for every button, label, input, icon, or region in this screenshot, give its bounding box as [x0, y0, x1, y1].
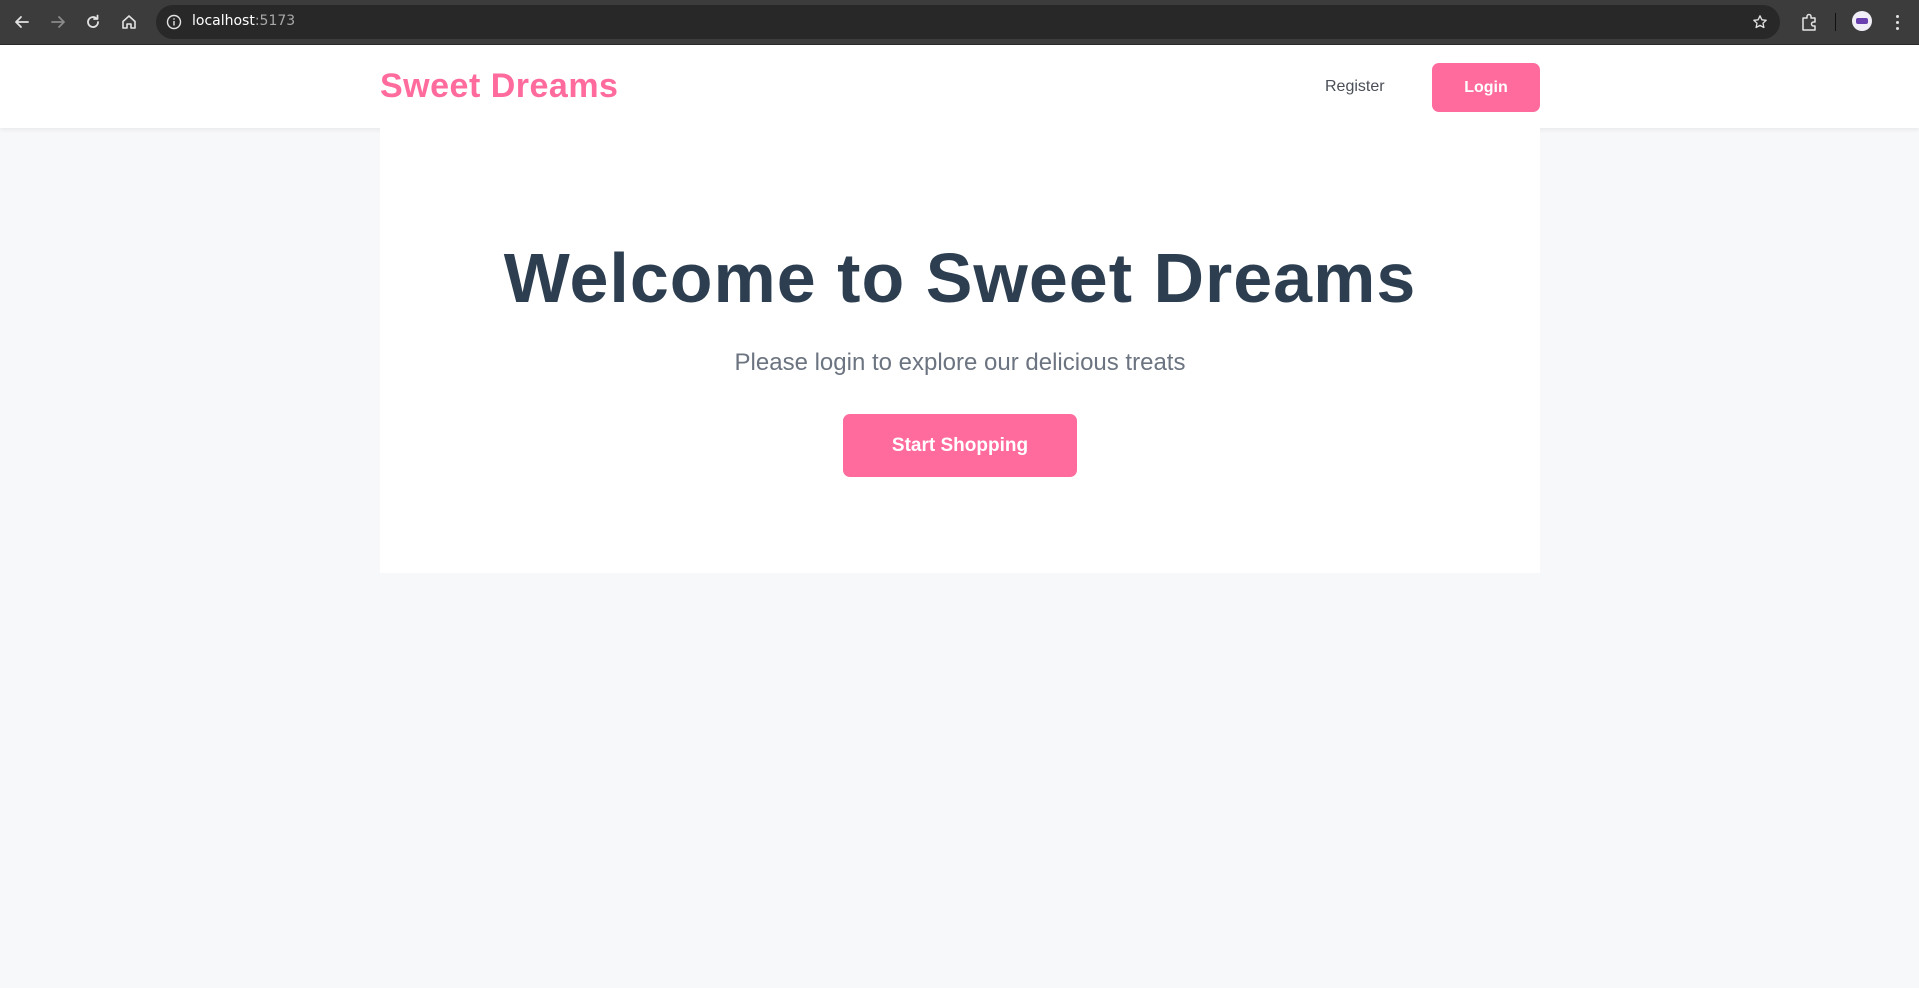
home-icon[interactable]: [118, 11, 140, 33]
start-shopping-button[interactable]: Start Shopping: [843, 414, 1077, 477]
url-text[interactable]: localhost:5173: [192, 13, 295, 29]
bookmark-star-icon[interactable]: [1752, 14, 1768, 30]
browser-toolbar: localhost:5173: [0, 0, 1919, 45]
hero-subtitle: Please login to explore our delicious tr…: [734, 349, 1186, 376]
forward-arrow-icon[interactable]: [47, 11, 69, 33]
register-link[interactable]: Register: [1325, 78, 1385, 96]
url-port: :5173: [254, 13, 296, 29]
reload-icon[interactable]: [82, 11, 104, 33]
back-arrow-icon[interactable]: [11, 11, 33, 33]
login-button[interactable]: Login: [1432, 63, 1540, 112]
site-logo[interactable]: Sweet Dreams: [380, 67, 618, 106]
address-bar[interactable]: localhost:5173: [156, 5, 1780, 39]
extensions-icon[interactable]: [1798, 11, 1820, 33]
hero-section: Welcome to Sweet Dreams Please login to …: [380, 128, 1540, 573]
site-header: Sweet Dreams Register Login: [0, 45, 1919, 128]
toolbar-divider: [1835, 13, 1836, 31]
url-host: localhost: [192, 13, 255, 29]
hero-title: Welcome to Sweet Dreams: [503, 239, 1417, 317]
profile-avatar[interactable]: [1852, 11, 1872, 31]
more-menu-icon[interactable]: [1890, 11, 1904, 33]
site-info-icon[interactable]: [166, 14, 182, 30]
